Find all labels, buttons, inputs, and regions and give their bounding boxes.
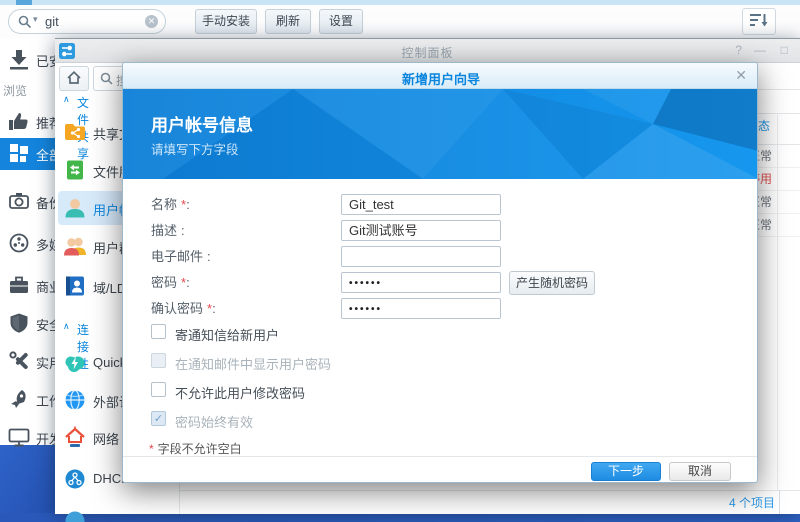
checkbox-disallow-password-change[interactable]	[151, 382, 166, 397]
email-label: 电子邮件:	[151, 246, 211, 267]
sidebar-section-browse: 浏览	[3, 82, 27, 99]
camera-icon	[8, 190, 30, 215]
media-reel-icon	[8, 232, 30, 257]
next-button[interactable]: 下一步	[591, 462, 661, 481]
form-row-name: 名称*: Git_test	[123, 194, 758, 216]
quickconnect-icon	[63, 351, 87, 378]
checkbox-send-notification[interactable]	[151, 324, 166, 339]
checkbox-row-send-notification: 寄通知信给新用户	[123, 324, 758, 340]
name-label: 名称*:	[151, 194, 190, 215]
globe-icon	[63, 388, 87, 415]
search-icon	[100, 72, 114, 89]
desktop-wallpaper	[0, 445, 55, 522]
package-center-toolbar: ▾ git ✕ 手动安装 刷新 设置	[0, 5, 800, 38]
round-app-icon	[63, 509, 87, 522]
network-house-icon	[63, 425, 87, 452]
cancel-button[interactable]: 取消	[669, 462, 731, 481]
checkbox-password-never-expires: ✓	[151, 411, 166, 426]
dialog-titlebar[interactable]: 新增用户向导 ✕	[123, 63, 758, 89]
search-input[interactable]: ▾ git ✕	[8, 9, 166, 34]
screen: ▾ git ✕ 手动安装 刷新 设置 已安装 浏览	[0, 0, 800, 522]
sort-descending-icon	[750, 13, 768, 30]
download-icon	[8, 48, 30, 73]
chevron-up-icon: ∧	[63, 321, 70, 332]
form-row-description: 描述: Git测试账号	[123, 220, 758, 242]
minimize-button[interactable]: —	[754, 43, 766, 57]
checkbox-row-password-never-expires: ✓ 密码始终有效	[123, 411, 758, 427]
banner-heading: 用户帐号信息	[151, 111, 253, 136]
shared-folder-icon	[63, 120, 87, 147]
tools-icon	[8, 350, 30, 375]
dhcp-icon	[63, 467, 87, 494]
search-scope-caret-icon[interactable]: ▾	[33, 14, 38, 25]
sidebar-item-partial[interactable]	[55, 504, 180, 522]
briefcase-icon	[8, 274, 30, 299]
shield-icon	[8, 312, 30, 337]
item-count: 4 个项目	[729, 494, 775, 511]
window-title: 控制面板	[55, 44, 800, 61]
search-query[interactable]: git	[45, 14, 59, 29]
confirm-password-input[interactable]: ••••••	[341, 298, 501, 319]
thumbs-up-icon	[8, 110, 30, 135]
required-field-note: *字段不允许空白	[149, 440, 242, 457]
dialog-title: 新增用户向导	[123, 69, 758, 88]
checkbox-show-password-in-mail	[151, 353, 166, 368]
settings-button[interactable]: 设置	[319, 9, 363, 34]
domain-ldap-icon	[63, 274, 87, 301]
add-user-wizard-dialog: 新增用户向导 ✕ 用户帐号信息 请填写下方字段 名称*: Git_test	[122, 62, 758, 483]
file-service-icon	[63, 158, 87, 185]
home-icon	[66, 70, 82, 88]
home-button[interactable]	[59, 66, 89, 91]
email-input[interactable]	[341, 246, 501, 267]
close-icon[interactable]: ✕	[735, 67, 747, 84]
description-label: 描述:	[151, 220, 185, 241]
password-input[interactable]: ••••••	[341, 272, 501, 293]
dialog-banner: 用户帐号信息 请填写下方字段	[123, 89, 758, 179]
checkbox-row-disallow-password-change: 不允许此用户修改密码	[123, 382, 758, 398]
manual-install-button[interactable]: 手动安装	[195, 9, 257, 34]
user-icon	[63, 196, 87, 223]
control-panel-icon	[58, 42, 76, 63]
control-panel-titlebar[interactable]: 控制面板 ? — □	[55, 39, 800, 63]
password-label: 密码*:	[151, 272, 190, 293]
rocket-icon	[8, 388, 30, 413]
sort-button[interactable]	[742, 8, 776, 35]
description-input[interactable]: Git测试账号	[341, 220, 501, 241]
form-row-password: 密码*: ••••••	[123, 272, 758, 294]
generate-random-password-button[interactable]: 产生随机密码	[509, 271, 595, 295]
clear-search-icon[interactable]: ✕	[145, 15, 158, 28]
grid-icon	[8, 142, 30, 167]
chevron-up-icon: ∧	[63, 94, 70, 105]
form-row-email: 电子邮件:	[123, 246, 758, 268]
help-button[interactable]: ?	[735, 43, 742, 57]
refresh-button[interactable]: 刷新	[265, 9, 311, 34]
banner-subheading: 请填写下方字段	[151, 139, 239, 158]
checkbox-row-show-password-in-mail: 在通知邮件中显示用户密码	[123, 353, 758, 369]
dialog-footer-divider	[123, 456, 758, 457]
maximize-button[interactable]: □	[781, 43, 788, 57]
user-group-icon	[63, 234, 87, 261]
form-row-confirm-password: 确认密码*: ••••••	[123, 298, 758, 320]
name-input[interactable]: Git_test	[341, 194, 501, 215]
confirm-password-label: 确认密码*:	[151, 298, 216, 319]
search-icon	[18, 15, 32, 32]
monitor-icon	[8, 426, 30, 451]
